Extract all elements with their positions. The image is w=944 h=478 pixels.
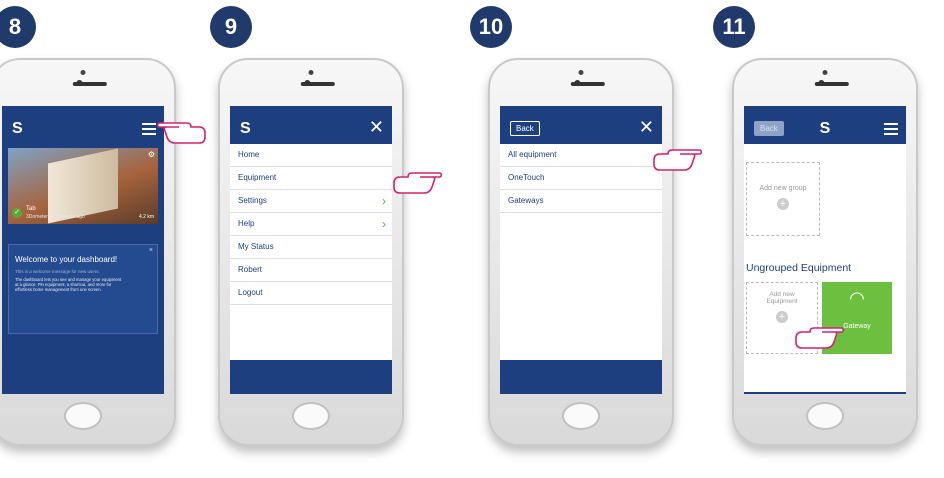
step-badge-8: 8 bbox=[0, 6, 36, 48]
status-bar bbox=[230, 106, 392, 114]
menu-item-label: Robert bbox=[238, 265, 263, 274]
phone-screen: Back S Add new group + Ungrouped Equipme… bbox=[744, 106, 906, 394]
status-bar bbox=[744, 106, 906, 114]
welcome-card: × Welcome to your dashboard! This is a w… bbox=[8, 244, 158, 334]
nav-menu: Home Equipment Settings › Help › My Status Robe… bbox=[230, 144, 392, 305]
logo-icon[interactable]: S bbox=[12, 120, 23, 138]
phone-step-11: Back S Add new group + Ungrouped Equipme… bbox=[732, 58, 918, 446]
status-bar bbox=[2, 106, 164, 114]
menu-item[interactable]: Gateways bbox=[500, 190, 662, 213]
front-camera bbox=[822, 70, 828, 75]
front-camera bbox=[578, 70, 584, 75]
back-button[interactable]: Back bbox=[510, 121, 540, 136]
front-camera bbox=[80, 70, 86, 75]
menu-item[interactable]: Settings › bbox=[230, 190, 392, 213]
home-button[interactable] bbox=[806, 402, 844, 430]
home-button[interactable] bbox=[562, 402, 600, 430]
home-button[interactable] bbox=[292, 402, 330, 430]
app-bar: S ✕ bbox=[230, 114, 392, 144]
back-button[interactable]: Back bbox=[754, 121, 784, 136]
menu-item[interactable]: OneTouch bbox=[500, 167, 662, 190]
equipment-menu: All equipment OneTouch Gateways bbox=[500, 144, 662, 213]
phone-step-10: Back ✕ All equipment OneTouch Gateways bbox=[488, 58, 702, 446]
phone-step-8: S ⚙ ✓ Tab 3Dometer 10 seconds ago 4.2 km… bbox=[0, 58, 206, 446]
earpiece-speaker bbox=[570, 82, 605, 86]
chevron-right-icon: › bbox=[382, 194, 386, 208]
earpiece-speaker bbox=[814, 82, 849, 86]
app-bar: S bbox=[2, 114, 164, 144]
add-icon: + bbox=[777, 198, 789, 210]
menu-item[interactable]: Help › bbox=[230, 213, 392, 236]
pointing-hand-icon bbox=[795, 327, 844, 349]
phone-screen: S ✕ Home Equipment Settings › Help › My Status… bbox=[230, 106, 392, 394]
menu-item-label: Settings bbox=[238, 196, 267, 205]
add-equipment-label: Add new Equipment bbox=[766, 291, 798, 305]
add-icon: + bbox=[776, 311, 788, 323]
bottom-divider bbox=[744, 392, 906, 394]
app-bar: Back S bbox=[744, 114, 906, 144]
pointing-hand-icon bbox=[157, 122, 206, 144]
menu-footer bbox=[500, 360, 662, 394]
wifi-icon: ◠ bbox=[849, 288, 865, 308]
step-badge-10: 10 bbox=[470, 6, 512, 48]
hero-value: 4.2 km bbox=[138, 214, 154, 220]
earpiece-speaker bbox=[300, 82, 335, 86]
menu-item-label: Home bbox=[238, 150, 260, 159]
menu-item[interactable]: All equipment bbox=[500, 144, 662, 167]
status-bar bbox=[500, 106, 662, 114]
hero-subtitle: 3Dometer 10 seconds ago bbox=[26, 214, 85, 220]
menu-item[interactable]: Logout bbox=[230, 282, 392, 305]
logo-icon[interactable]: S bbox=[820, 120, 831, 138]
app-bar: Back ✕ bbox=[500, 114, 662, 144]
menu-item[interactable]: Equipment bbox=[230, 167, 392, 190]
menu-item-label: My Status bbox=[238, 242, 274, 251]
menu-item-label: Equipment bbox=[238, 173, 277, 182]
phone-screen: S ⚙ ✓ Tab 3Dometer 10 seconds ago 4.2 km… bbox=[2, 106, 164, 394]
building-image bbox=[48, 148, 118, 224]
settings-gear-icon[interactable]: ⚙ bbox=[148, 150, 155, 159]
add-group-label: Add new group bbox=[759, 185, 807, 192]
hero-card[interactable]: ⚙ ✓ Tab 3Dometer 10 seconds ago 4.2 km bbox=[8, 148, 158, 224]
dismiss-icon[interactable]: × bbox=[149, 247, 153, 254]
home-button[interactable] bbox=[64, 402, 102, 430]
logo-icon[interactable]: S bbox=[240, 120, 251, 138]
pointing-hand-icon bbox=[653, 149, 702, 171]
check-icon: ✓ bbox=[12, 208, 22, 218]
hero-name: Tab bbox=[26, 206, 36, 212]
pointing-hand-icon bbox=[393, 172, 442, 194]
front-camera bbox=[308, 70, 314, 75]
menu-item-label: Help bbox=[238, 219, 255, 228]
welcome-line: This is a welcome message for new users. bbox=[15, 269, 100, 274]
close-icon[interactable]: ✕ bbox=[369, 117, 384, 138]
step-badge-11: 11 bbox=[713, 6, 755, 48]
menu-item[interactable]: Robert bbox=[230, 259, 392, 282]
phone-screen: Back ✕ All equipment OneTouch Gateways bbox=[500, 106, 662, 394]
section-title: Ungrouped Equipment bbox=[746, 262, 852, 274]
menu-item-label: Logout bbox=[238, 288, 263, 297]
menu-item[interactable]: My Status bbox=[230, 236, 392, 259]
step-badge-9: 9 bbox=[210, 6, 252, 48]
hamburger-menu-icon[interactable] bbox=[142, 123, 156, 138]
close-icon[interactable]: ✕ bbox=[639, 117, 654, 138]
hamburger-menu-icon[interactable] bbox=[884, 123, 898, 138]
welcome-title: Welcome to your dashboard! bbox=[15, 255, 118, 264]
menu-item[interactable]: Home bbox=[230, 144, 392, 167]
chevron-right-icon: › bbox=[382, 217, 386, 231]
add-group-tile[interactable]: Add new group + bbox=[746, 162, 820, 236]
welcome-body: The dashboard lets you see and manage yo… bbox=[15, 277, 122, 292]
menu-footer bbox=[230, 360, 392, 394]
phone-step-9: S ✕ Home Equipment Settings › Help › My Status… bbox=[218, 58, 442, 446]
earpiece-speaker bbox=[72, 82, 107, 86]
